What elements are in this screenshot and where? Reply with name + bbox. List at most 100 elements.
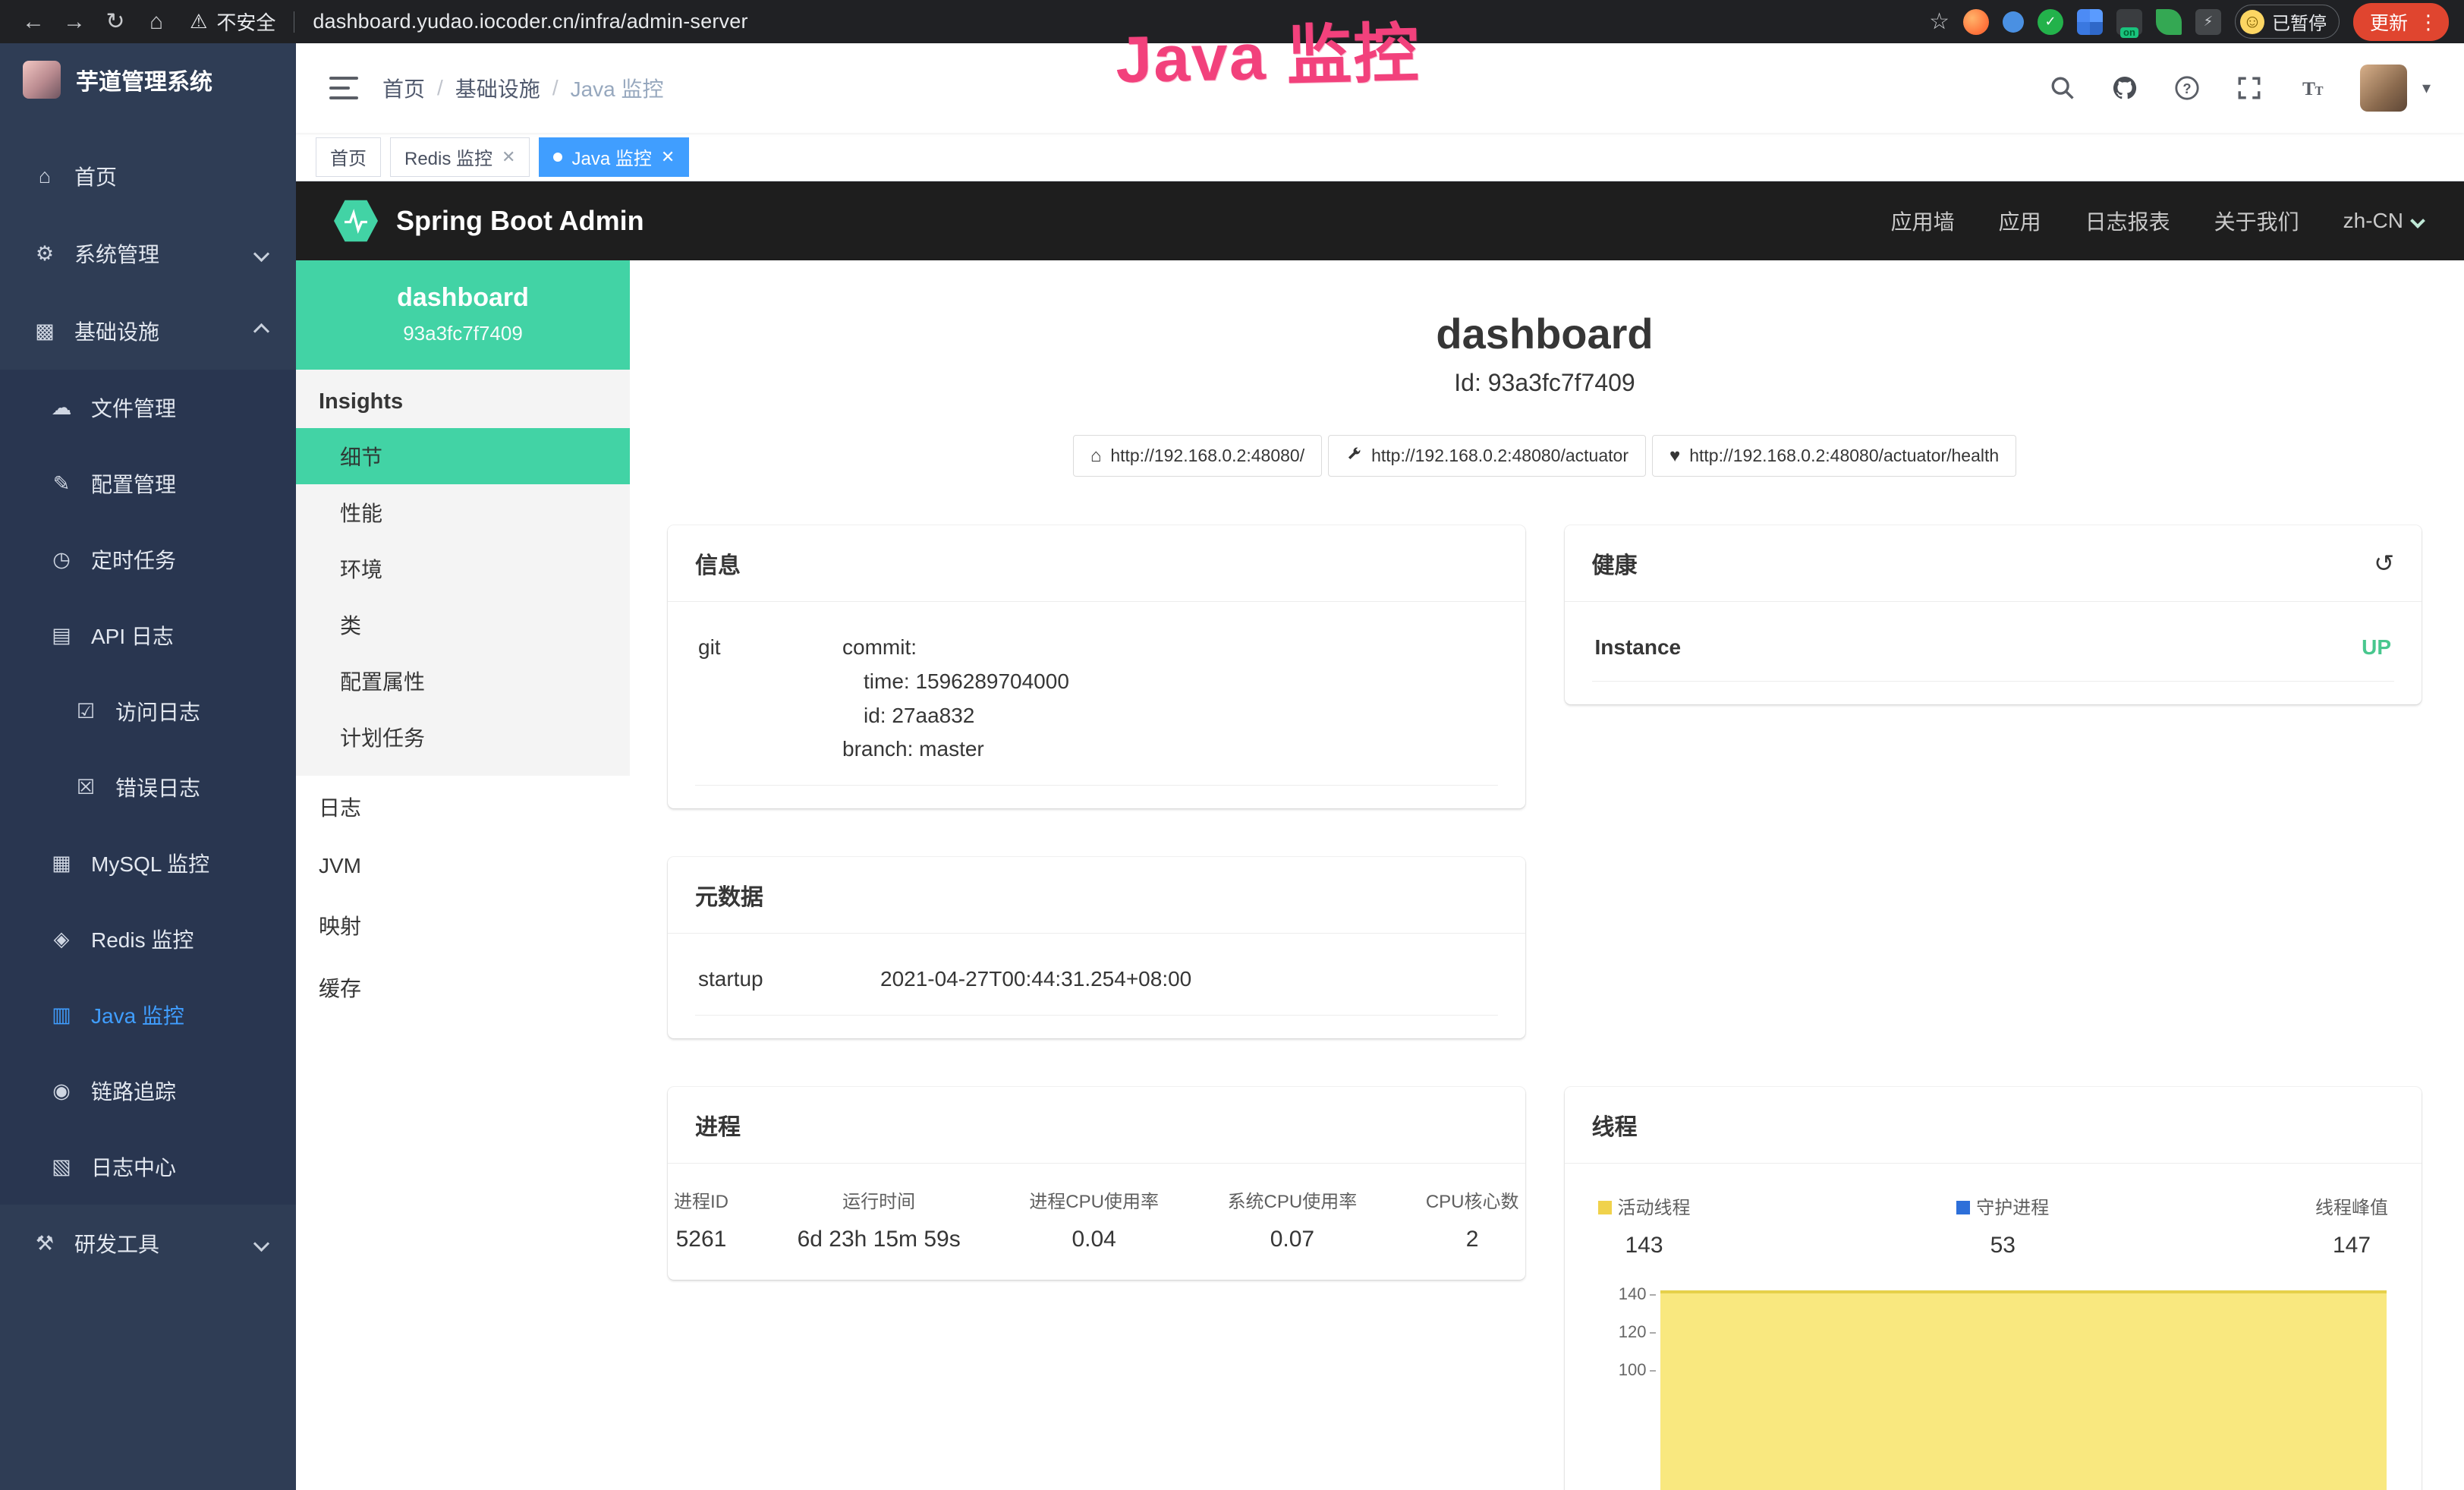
sidebar-item-error-logs[interactable]: ☒ 错误日志: [0, 749, 296, 825]
sba-item-jvm[interactable]: JVM: [296, 838, 630, 894]
sidebar-toggle-icon[interactable]: [329, 77, 358, 99]
close-icon[interactable]: ✕: [502, 147, 515, 167]
sidebar-item-file-mgmt[interactable]: ☁ 文件管理: [0, 370, 296, 446]
sidebar-item-redis-monitor[interactable]: ◈ Redis 监控: [0, 901, 296, 977]
github-icon[interactable]: [2111, 74, 2138, 102]
actuator-url-button[interactable]: http://192.168.0.2:48080/actuator: [1328, 435, 1646, 477]
health-instance-row[interactable]: Instance UP: [1592, 608, 2395, 682]
forward-button[interactable]: →: [56, 9, 93, 35]
sidebar-item-home[interactable]: ⌂ 首页: [0, 137, 296, 215]
sidebar-item-dev-tools[interactable]: ⚒ 研发工具: [0, 1205, 296, 1282]
fox-extension-icon[interactable]: [1963, 9, 1989, 35]
sba-instance-id: 93a3fc7f7409: [314, 322, 612, 345]
threads-chart-yaxis: 140 120 100: [1594, 1281, 1657, 1490]
reload-button[interactable]: ↻: [97, 8, 134, 35]
sba-item-environment[interactable]: 环境: [296, 540, 630, 597]
leaf-extension-icon[interactable]: [2156, 9, 2182, 35]
paused-badge[interactable]: ☺ 已暂停: [2235, 5, 2340, 39]
metadata-key: startup: [698, 962, 880, 997]
address-bar[interactable]: ⚠ 不安全 dashboard.yudao.iocoder.cn/infra/a…: [190, 8, 748, 36]
fullscreen-icon[interactable]: [2236, 74, 2263, 102]
sba-item-performance[interactable]: 性能: [296, 484, 630, 540]
sidebar-item-access-logs[interactable]: ☑ 访问日志: [0, 673, 296, 749]
breadcrumb-section[interactable]: 基础设施: [455, 73, 540, 103]
sidebar-item-log-center[interactable]: ▧ 日志中心: [0, 1129, 296, 1205]
sba-title: Spring Boot Admin: [396, 205, 644, 237]
browser-menu-icon[interactable]: ⋮: [2418, 12, 2438, 32]
avatar-caret-icon[interactable]: ▾: [2422, 78, 2431, 98]
green-extension-icon[interactable]: ✓: [2038, 9, 2063, 35]
sba-item-caches[interactable]: 缓存: [296, 956, 630, 1019]
user-avatar[interactable]: [2360, 65, 2407, 112]
breadcrumb-home[interactable]: 首页: [382, 73, 425, 103]
update-button[interactable]: 更新 ⋮: [2353, 3, 2449, 41]
sba-header: Spring Boot Admin 应用墙 应用 日志报表 关于我们 zh-CN: [296, 181, 2464, 260]
sba-insights-label: Insights: [296, 370, 630, 428]
drop-extension-icon[interactable]: [2003, 11, 2024, 33]
sidebar-item-infrastructure[interactable]: ▩ 基础设施: [0, 292, 296, 370]
logo-avatar: [23, 61, 61, 99]
sba-instance-header: dashboard 93a3fc7f7409: [296, 260, 630, 370]
metric-daemon-threads: 守护进程 53: [1956, 1192, 2049, 1258]
sba-nav-journal[interactable]: 日志报表: [2085, 206, 2170, 236]
svg-text:?: ?: [2182, 80, 2191, 96]
sba-item-mappings[interactable]: 映射: [296, 894, 630, 956]
sba-item-logs[interactable]: 日志: [296, 776, 630, 838]
metric-live-threads: 活动线程 143: [1598, 1192, 1691, 1258]
wrench-icon: [1345, 446, 1362, 466]
sba-nav-wallboard[interactable]: 应用墙: [1891, 206, 1955, 236]
sidebar-item-system-mgmt[interactable]: ⚙ 系统管理: [0, 215, 296, 292]
sidebar-item-java-monitor[interactable]: ▥ Java 监控: [0, 977, 296, 1053]
health-url-button[interactable]: ♥ http://192.168.0.2:48080/actuator/heal…: [1652, 435, 2016, 477]
live-threads-area: [1660, 1290, 2387, 1490]
sba-item-classes[interactable]: 类: [296, 597, 630, 653]
instance-id-line: Id: 93a3fc7f7409: [668, 369, 2422, 397]
grid-extension-icon[interactable]: [2077, 9, 2103, 35]
document-icon: ▤: [49, 624, 74, 647]
info-card: 信息 git commit: time: 1596289704000 id: 2: [668, 525, 1525, 808]
locale-select[interactable]: zh-CN: [2343, 209, 2426, 233]
plugin-extension-icon[interactable]: ⚡: [2195, 9, 2221, 35]
history-icon[interactable]: ↺: [2374, 549, 2394, 578]
gear-icon: ⚙: [32, 242, 58, 266]
svg-text:T: T: [2302, 77, 2315, 99]
daemon-threads-swatch: [1956, 1201, 1970, 1214]
sba-insights-group: Insights 细节 性能 环境 类 配置属性 计划任务: [296, 370, 630, 776]
font-size-icon[interactable]: TT: [2298, 74, 2325, 102]
close-icon[interactable]: ✕: [661, 147, 675, 167]
app-logo[interactable]: 芋道管理系统: [0, 43, 296, 116]
sidebar-item-scheduled-jobs[interactable]: ◷ 定时任务: [0, 521, 296, 597]
clock-icon: ◷: [49, 548, 74, 572]
search-icon[interactable]: [2049, 74, 2076, 102]
tag-redis-monitor[interactable]: Redis 监控 ✕: [390, 137, 530, 177]
home-icon: ⌂: [1090, 447, 1102, 465]
help-icon[interactable]: ?: [2173, 74, 2201, 102]
home-button[interactable]: ⌂: [138, 9, 175, 35]
handwritten-annotation: Java 监控: [1115, 0, 1421, 101]
bookmark-star-icon[interactable]: ☆: [1929, 8, 1949, 35]
threads-card-title: 线程: [1592, 1108, 1638, 1142]
service-url-button[interactable]: ⌂ http://192.168.0.2:48080/: [1073, 435, 1322, 477]
sidebar-item-mysql-monitor[interactable]: ▦ MySQL 监控: [0, 825, 296, 901]
sba-nav-about[interactable]: 关于我们: [2214, 206, 2299, 236]
info-card-title: 信息: [695, 547, 741, 580]
tag-java-monitor[interactable]: Java 监控 ✕: [539, 137, 689, 177]
error-log-icon: ☒: [73, 776, 99, 799]
sba-item-details[interactable]: 细节: [296, 428, 630, 484]
sba-item-scheduled-tasks[interactable]: 计划任务: [296, 709, 630, 765]
sidebar-item-config-mgmt[interactable]: ✎ 配置管理: [0, 446, 296, 521]
sidebar-item-api-logs[interactable]: ▤ API 日志: [0, 597, 296, 673]
spring-boot-admin-logo: [334, 199, 378, 243]
sba-item-config-props[interactable]: 配置属性: [296, 653, 630, 709]
chevron-down-icon: [253, 1235, 269, 1251]
tag-home[interactable]: 首页: [316, 137, 381, 177]
back-button[interactable]: ←: [15, 9, 52, 35]
adblock-extension-icon[interactable]: on: [2116, 9, 2142, 35]
health-card: 健康 ↺ Instance UP: [1565, 525, 2422, 704]
sba-sidebar: dashboard 93a3fc7f7409 Insights 细节 性能 环境…: [296, 260, 630, 1490]
sba-nav-applications[interactable]: 应用: [1999, 206, 2041, 236]
sidebar-item-tracing[interactable]: ◉ 链路追踪: [0, 1053, 296, 1129]
breadcrumb: 首页 / 基础设施 / Java 监控: [382, 73, 664, 103]
security-label: 不安全: [216, 8, 275, 36]
trace-icon: ◉: [49, 1079, 74, 1103]
